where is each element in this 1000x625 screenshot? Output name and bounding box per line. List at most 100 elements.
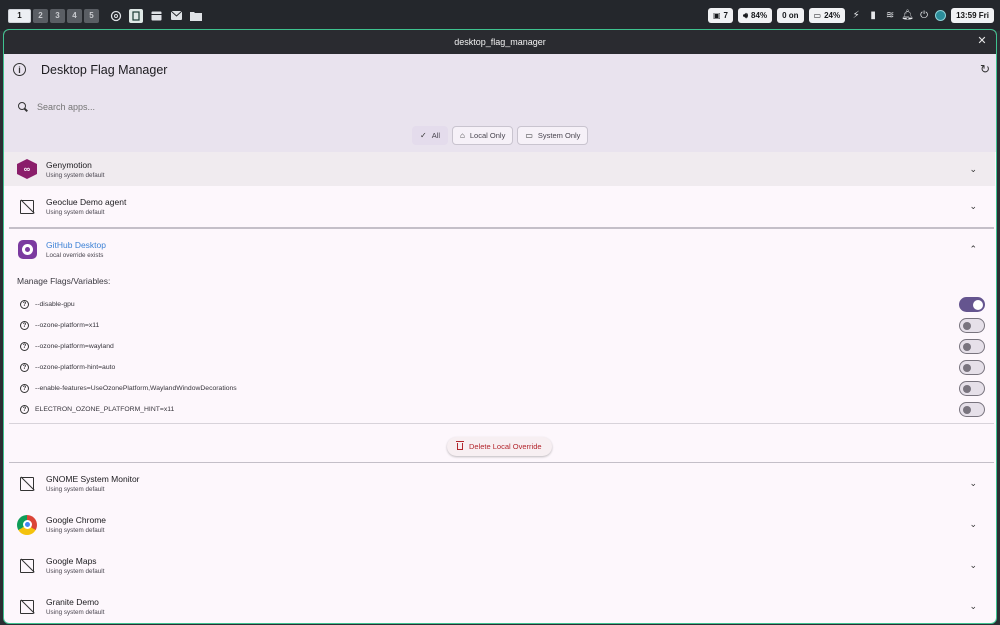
- bluetooth-status: 0 on: [782, 11, 799, 20]
- chevron-down-icon[interactable]: ⌄: [969, 164, 977, 175]
- flag-label: --ozone-platform-hint=auto: [35, 364, 116, 371]
- delete-override-label: Delete Local Override: [469, 441, 542, 451]
- divider: [9, 422, 994, 424]
- flags-title: Manage Flags/Variables:: [17, 275, 111, 286]
- help-icon[interactable]: ?: [20, 342, 29, 351]
- battery-icon: ▭: [813, 11, 822, 20]
- flag-toggle[interactable]: [959, 402, 985, 417]
- no-image-icon: [17, 556, 37, 576]
- chevron-down-icon[interactable]: ⌄: [969, 601, 977, 612]
- search-input[interactable]: [37, 102, 337, 112]
- check-icon: ✓: [420, 131, 427, 140]
- monitor-icon: ▭: [525, 131, 533, 140]
- avatar-icon[interactable]: [935, 10, 947, 21]
- stats-icon[interactable]: ▮: [867, 10, 879, 21]
- workspace-5[interactable]: 5: [84, 8, 99, 23]
- workspace-switcher: 1 2 3 4 5: [8, 8, 99, 23]
- list-item[interactable]: Google Maps Using system default ⌄: [4, 545, 995, 586]
- workspace-2[interactable]: 2: [33, 8, 48, 23]
- filter-all[interactable]: ✓ All: [412, 126, 449, 145]
- app-status: Using system default: [46, 609, 105, 616]
- flag-row: ? --disable-gpu: [20, 295, 985, 315]
- mail-icon[interactable]: [169, 9, 183, 23]
- app-status: Using system default: [46, 486, 105, 493]
- workspace-3[interactable]: 3: [50, 8, 65, 23]
- clock[interactable]: 13:59 Fri: [951, 8, 994, 23]
- workspace-4[interactable]: 4: [67, 8, 82, 23]
- bolt-icon[interactable]: ⚡︎: [850, 10, 862, 21]
- chrome-icon: [17, 514, 37, 535]
- list-item[interactable]: ∞ Genymotion Using system default ⌄: [4, 152, 995, 186]
- speaker-icon: 🔊︎: [743, 10, 749, 20]
- flag-label: ELECTRON_OZONE_PLATFORM_HINT=x11: [35, 406, 175, 413]
- openai-icon[interactable]: [109, 9, 123, 23]
- volume-indicator[interactable]: 🔊︎ 84%: [738, 8, 773, 23]
- updates-count: 7: [723, 11, 728, 20]
- system-top-bar: 1 2 3 4 5 ▣ 7 🔊︎ 84% 0 on ▭ 24% ⚡︎ ▮ ≋ 🔔…: [0, 0, 1000, 31]
- updates-indicator[interactable]: ▣ 7: [707, 8, 733, 23]
- help-icon[interactable]: ?: [20, 300, 29, 309]
- help-icon[interactable]: ?: [20, 405, 29, 414]
- app-name: Geoclue Demo agent: [46, 197, 127, 207]
- filter-local-only[interactable]: ⌂ Local Only: [452, 126, 514, 145]
- app-status: Using system default: [46, 527, 105, 534]
- folder-icon[interactable]: [189, 9, 203, 23]
- battery-indicator[interactable]: ▭ 24%: [808, 8, 846, 23]
- storage-icon[interactable]: [149, 9, 163, 23]
- window-titlebar[interactable]: desktop_flag_manager ✕: [4, 30, 996, 54]
- list-item-expanded[interactable]: GitHub Desktop Local override exists ⌃: [4, 229, 995, 270]
- workspace-1[interactable]: 1: [8, 8, 31, 23]
- help-icon[interactable]: ?: [20, 363, 29, 372]
- app-header: i Desktop Flag Manager ↻ ✓ All ⌂ Local O…: [4, 54, 996, 152]
- help-icon[interactable]: ?: [20, 321, 29, 330]
- flag-toggle[interactable]: [959, 297, 985, 312]
- list-item[interactable]: GNOME System Monitor Using system defaul…: [4, 463, 995, 504]
- search-icon: [18, 102, 28, 112]
- filter-system-only[interactable]: ▭ System Only: [517, 126, 589, 145]
- flag-label: --enable-features=UseOzonePlatform,Wayla…: [35, 385, 237, 392]
- chevron-down-icon[interactable]: ⌄: [969, 519, 977, 530]
- chevron-down-icon[interactable]: ⌄: [969, 560, 977, 571]
- flag-toggle[interactable]: [959, 381, 985, 396]
- app-status: Local override exists: [46, 251, 104, 259]
- volume-level: 84%: [751, 11, 768, 20]
- package-icon: ▣: [712, 11, 721, 20]
- flag-toggle[interactable]: [959, 360, 985, 375]
- list-item[interactable]: Google Chrome Using system default ⌄: [4, 504, 995, 545]
- flag-row: ? --ozone-platform=x11: [20, 316, 985, 336]
- filter-local-label: Local Only: [469, 131, 506, 140]
- app-icon[interactable]: [129, 8, 143, 23]
- chevron-up-icon[interactable]: ⌃: [969, 244, 977, 255]
- flag-label: --disable-gpu: [35, 301, 75, 308]
- delete-override-button[interactable]: Delete Local Override: [447, 436, 552, 456]
- help-icon[interactable]: ?: [20, 384, 29, 393]
- flag-label: --ozone-platform=wayland: [35, 343, 114, 350]
- chevron-down-icon[interactable]: ⌄: [969, 478, 977, 489]
- flag-toggle[interactable]: [959, 339, 985, 354]
- app-list: ∞ Genymotion Using system default ⌄ Geoc…: [4, 152, 995, 623]
- chevron-down-icon[interactable]: ⌄: [969, 201, 977, 212]
- refresh-icon[interactable]: ↻: [980, 62, 990, 76]
- info-icon[interactable]: i: [13, 63, 26, 76]
- battery-level: 24%: [824, 11, 841, 20]
- app-name: Google Chrome: [46, 515, 107, 525]
- flag-row: ? --ozone-platform-hint=auto: [20, 358, 985, 378]
- flag-toggle[interactable]: [959, 318, 985, 333]
- flag-row: ? --ozone-platform=wayland: [20, 337, 985, 357]
- app-name: GitHub Desktop: [46, 239, 106, 250]
- filter-system-label: System Only: [537, 131, 581, 140]
- close-icon[interactable]: ✕: [976, 35, 988, 47]
- layers-icon[interactable]: ≋: [884, 10, 896, 21]
- app-name: Genymotion: [46, 159, 92, 170]
- filter-chips: ✓ All ⌂ Local Only ▭ System Only: [412, 126, 589, 145]
- home-icon: ⌂: [460, 131, 465, 140]
- github-desktop-icon: [17, 239, 37, 259]
- app-name: GNOME System Monitor: [46, 474, 140, 484]
- list-item[interactable]: Granite Demo Using system default ⌄: [4, 586, 995, 623]
- power-icon[interactable]: ⏻: [918, 10, 930, 21]
- flag-label: --ozone-platform=x11: [35, 322, 100, 329]
- bluetooth-indicator[interactable]: 0 on: [777, 8, 804, 23]
- app-status: Using system default: [46, 171, 105, 179]
- list-item[interactable]: Geoclue Demo agent Using system default …: [4, 186, 995, 227]
- bell-icon[interactable]: 🔔︎: [901, 10, 914, 21]
